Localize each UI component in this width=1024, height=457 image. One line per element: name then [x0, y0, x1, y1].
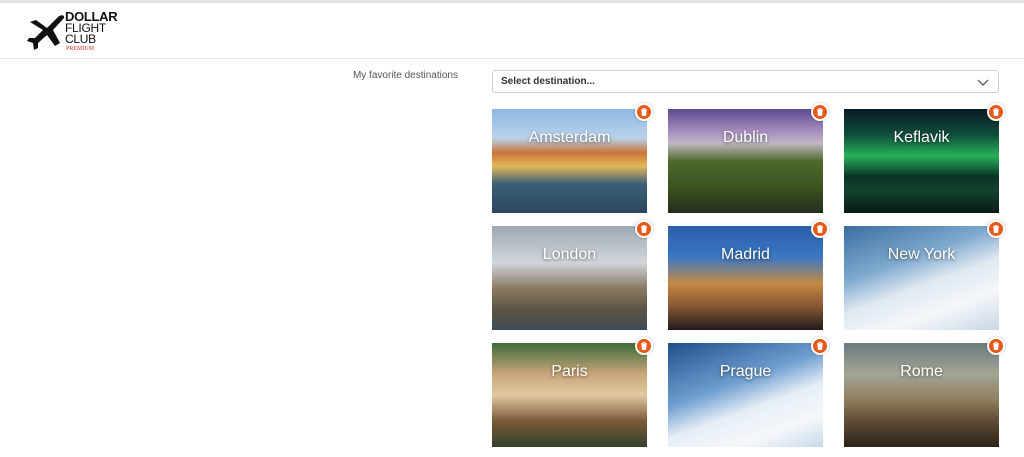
- trash-icon: [993, 108, 999, 116]
- trash-icon: [641, 108, 647, 116]
- destination-card-madrid[interactable]: Madrid: [668, 226, 823, 330]
- new-york-photo: [844, 226, 999, 330]
- remove-madrid-button[interactable]: [811, 220, 829, 238]
- trash-icon: [641, 342, 647, 350]
- destination-select-placeholder: Select destination...: [501, 76, 595, 87]
- trash-icon: [641, 225, 647, 233]
- destination-city-label: Keflavik: [893, 129, 950, 146]
- trash-icon: [817, 108, 823, 116]
- destination-city-label: Madrid: [721, 246, 770, 263]
- destination-card-keflavik[interactable]: Keflavik: [844, 109, 999, 213]
- header: DOLLAR FLIGHT CLUB PREMIUM: [0, 3, 1024, 59]
- logo-line-premium: PREMIUM: [66, 46, 95, 52]
- trash-icon: [993, 342, 999, 350]
- destination-city-label: Prague: [719, 363, 772, 380]
- chevron-down-icon: [977, 79, 989, 86]
- destination-city-label: Dublin: [722, 129, 769, 146]
- destination-card-rome[interactable]: Rome: [844, 343, 999, 447]
- trash-icon: [993, 225, 999, 233]
- trash-icon: [817, 342, 823, 350]
- madrid-photo: [668, 226, 823, 330]
- destination-card-prague[interactable]: Prague: [668, 343, 823, 447]
- destination-select[interactable]: Select destination...: [492, 70, 999, 93]
- remove-paris-button[interactable]: [635, 337, 653, 355]
- prague-photo: [668, 343, 823, 447]
- destination-card-paris[interactable]: Paris: [492, 343, 647, 447]
- rome-photo: [844, 343, 999, 447]
- remove-keflavik-button[interactable]: [987, 103, 1005, 121]
- dublin-photo: [668, 109, 823, 213]
- remove-prague-button[interactable]: [811, 337, 829, 355]
- remove-rome-button[interactable]: [987, 337, 1005, 355]
- destination-card-london[interactable]: London: [492, 226, 647, 330]
- destination-city-label: Paris: [551, 363, 588, 380]
- remove-london-button[interactable]: [635, 220, 653, 238]
- remove-dublin-button[interactable]: [811, 103, 829, 121]
- paris-photo: [492, 343, 647, 447]
- airplane-icon: [27, 15, 65, 50]
- destination-card-new-york[interactable]: New York: [844, 226, 999, 330]
- remove-new-york-button[interactable]: [987, 220, 1005, 238]
- destination-city-label: New York: [887, 246, 956, 263]
- destination-city-label: Rome: [900, 363, 943, 380]
- keflavik-photo: [844, 109, 999, 213]
- destination-city-label: Amsterdam: [528, 129, 611, 146]
- destination-card-amsterdam[interactable]: Amsterdam: [492, 109, 647, 213]
- trash-icon: [817, 225, 823, 233]
- logo-line-club: CLUB: [65, 32, 96, 46]
- dollar-flight-club-logo[interactable]: DOLLAR FLIGHT CLUB PREMIUM: [27, 9, 118, 57]
- destination-city-label: London: [542, 246, 597, 263]
- london-photo: [492, 226, 647, 330]
- amsterdam-photo: [492, 109, 647, 213]
- remove-amsterdam-button[interactable]: [635, 103, 653, 121]
- destination-card-dublin[interactable]: Dublin: [668, 109, 823, 213]
- favorite-destinations-label: My favorite destinations: [352, 70, 458, 81]
